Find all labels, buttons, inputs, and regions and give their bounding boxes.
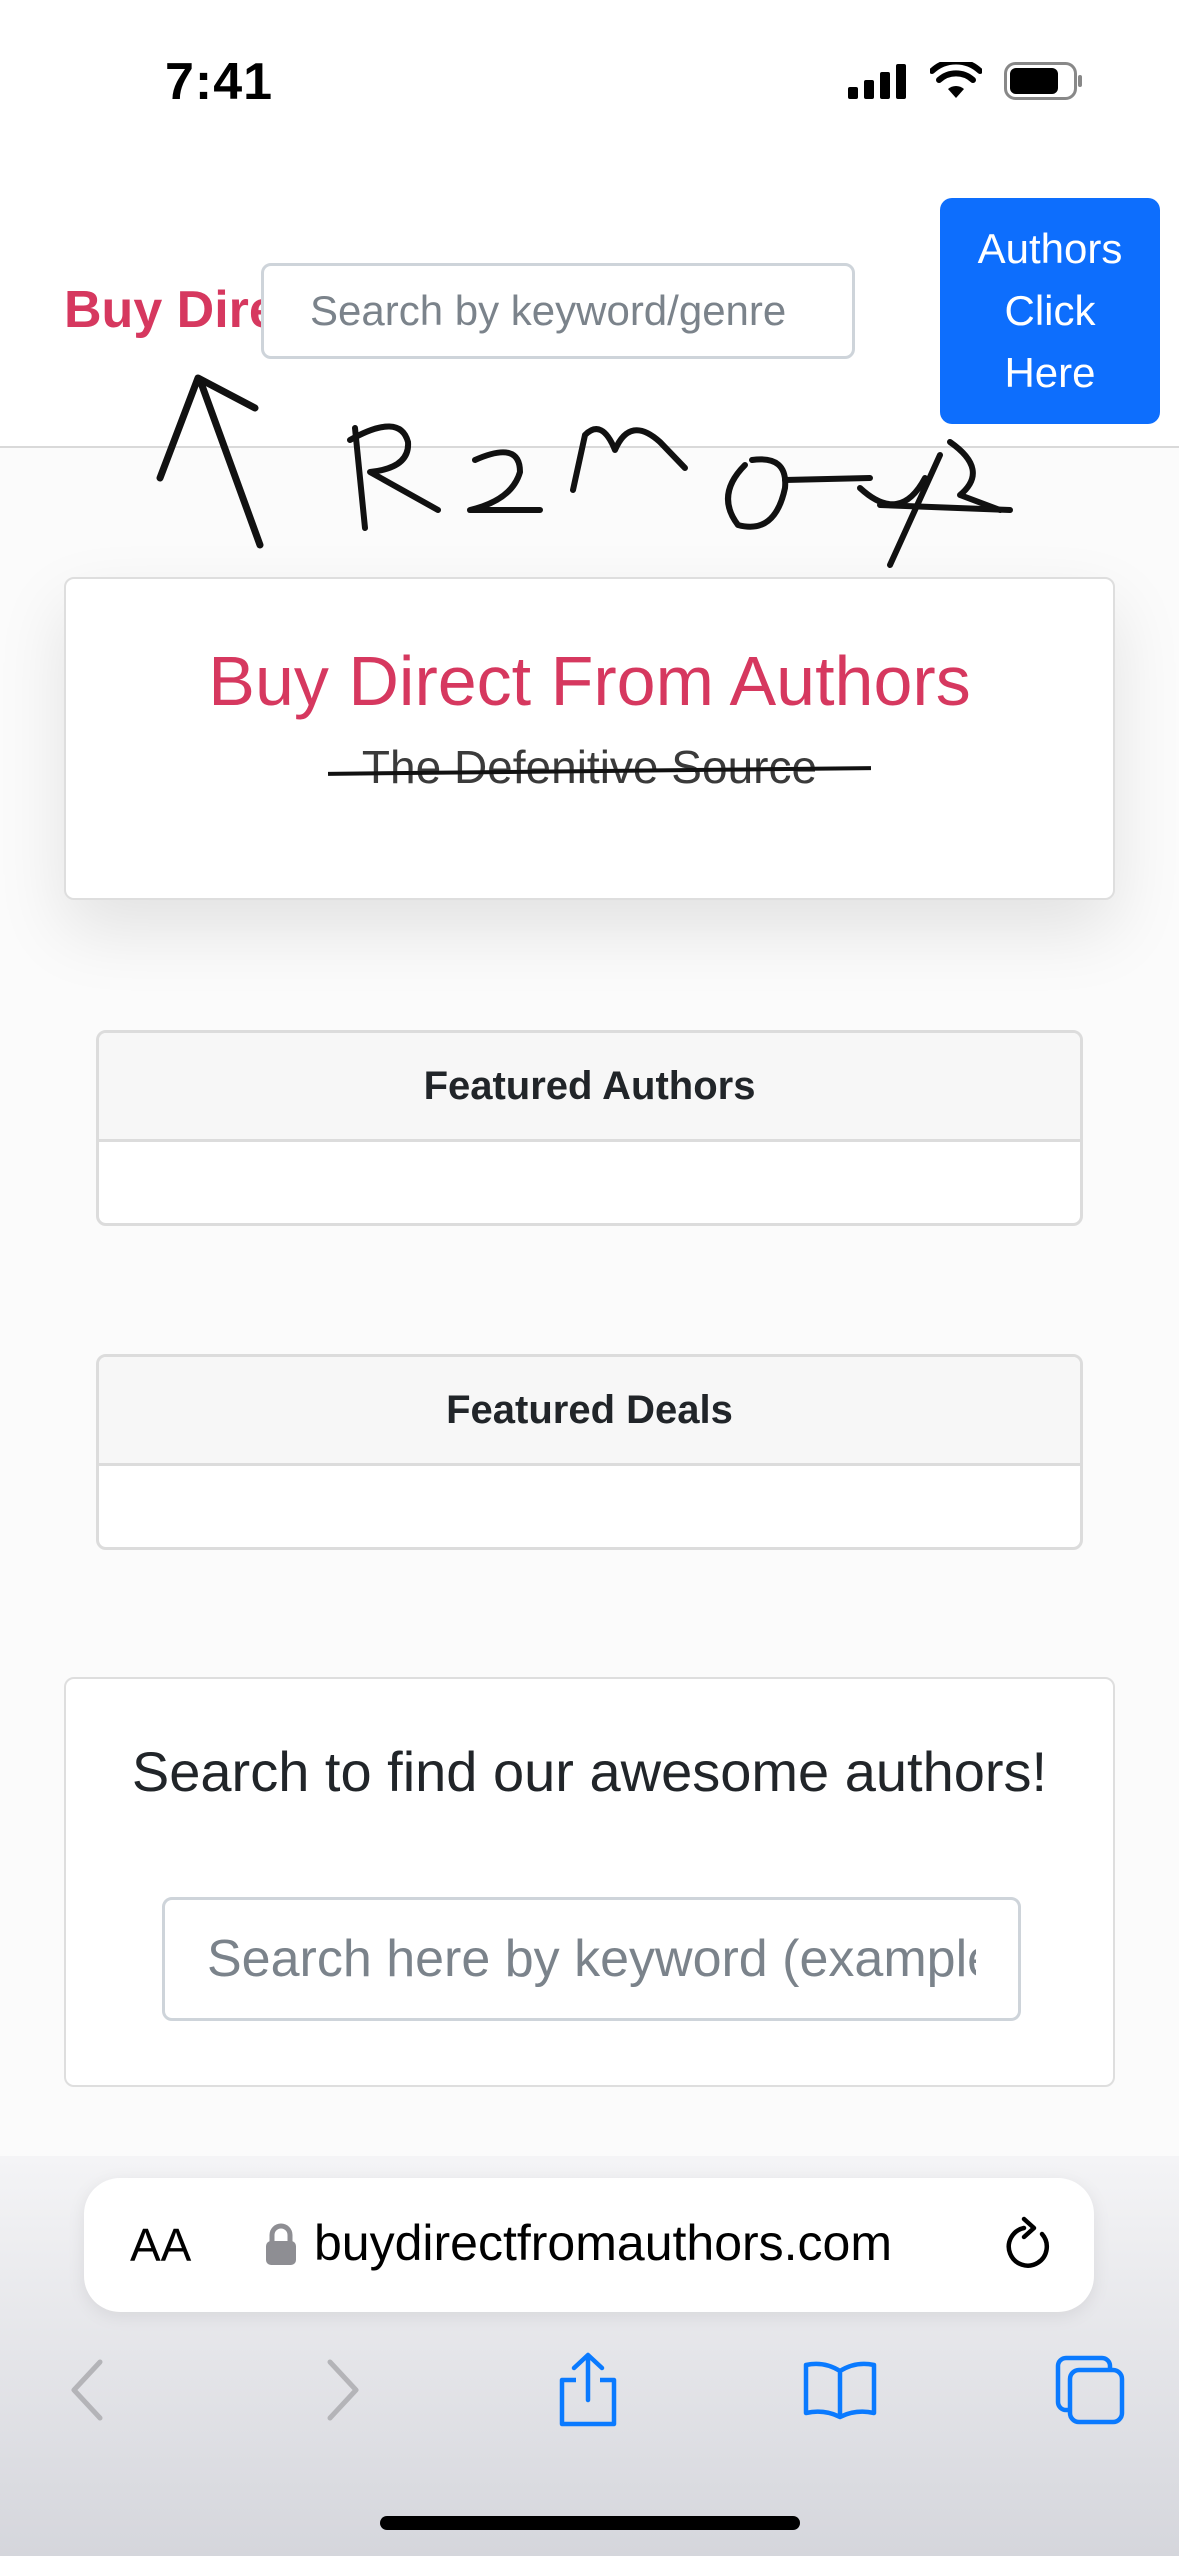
reload-icon[interactable]: [1002, 2216, 1054, 2272]
hero-card: Buy Direct From Authors The Defenitive S…: [64, 577, 1115, 900]
home-indicator: [380, 2516, 800, 2530]
safari-toolbar: [0, 2340, 1179, 2440]
back-icon: [71, 2359, 103, 2421]
navbar-brand[interactable]: Buy Direct From Authors: [64, 280, 264, 340]
back-button[interactable]: [38, 2340, 138, 2440]
forward-button[interactable]: [292, 2340, 392, 2440]
status-icons: [848, 62, 1084, 100]
status-time: 7:41: [165, 53, 274, 111]
forward-icon: [327, 2359, 359, 2421]
url-text[interactable]: buydirectfromauthors.com: [314, 2214, 892, 2272]
status-bar: 7:41: [0, 0, 1179, 150]
bookmarks-icon: [803, 2361, 877, 2420]
featured-authors-header: Featured Authors: [99, 1033, 1080, 1142]
arrow-up-icon: [156, 374, 264, 549]
navbar-search-input[interactable]: [261, 263, 855, 359]
author-search-heading: Search to find our awesome authors!: [131, 1740, 1048, 1803]
share-icon: [559, 2352, 617, 2427]
share-button[interactable]: [538, 2340, 638, 2440]
featured-authors-card: Featured Authors: [96, 1030, 1083, 1226]
featured-deals-header: Featured Deals: [99, 1357, 1080, 1466]
text-size-button[interactable]: AA: [130, 2218, 191, 2272]
tabs-button[interactable]: [1040, 2340, 1140, 2440]
featured-deals-card: Featured Deals: [96, 1354, 1083, 1550]
hero-title: Buy Direct From Authors: [208, 642, 971, 720]
bookmarks-button[interactable]: [790, 2340, 890, 2440]
remove-scribble: [347, 423, 1013, 568]
tabs-icon: [1055, 2355, 1125, 2425]
lock-icon: [266, 2223, 296, 2265]
address-bar[interactable]: AA buydirectfromauthors.com: [84, 2178, 1094, 2312]
author-search-card: Search to find our awesome authors!: [64, 1677, 1115, 2087]
wifi-icon: [930, 62, 982, 98]
handwritten-annotation: [156, 374, 1013, 568]
battery-icon: [1004, 62, 1082, 100]
hero-subtitle: The Defenitive Source: [327, 739, 872, 795]
author-search-input[interactable]: [162, 1897, 1021, 2021]
cellular-signal-icon: [848, 64, 906, 99]
